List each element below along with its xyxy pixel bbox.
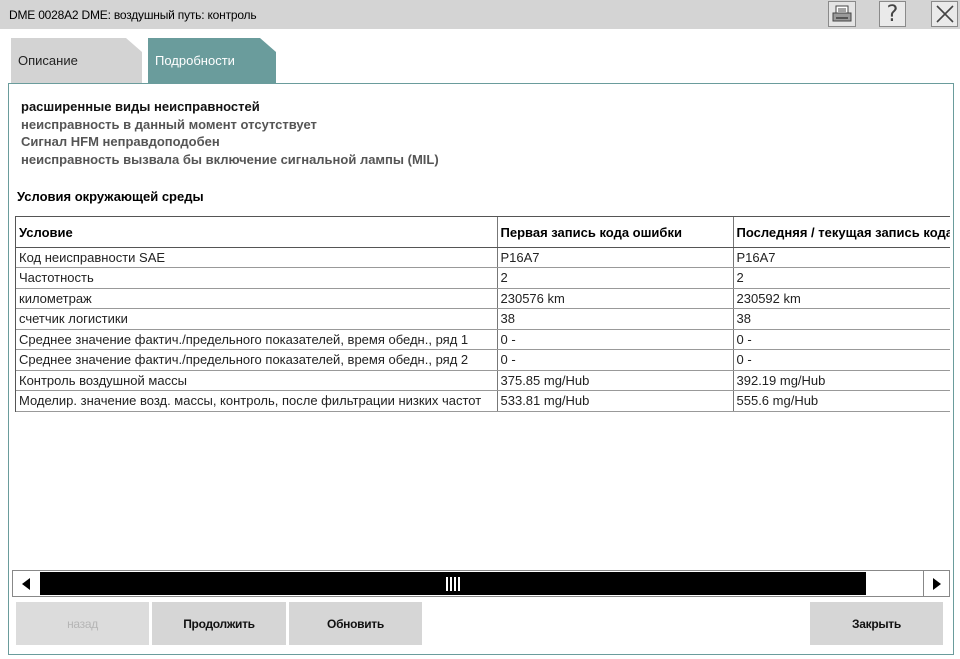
horizontal-scrollbar[interactable] bbox=[12, 570, 950, 597]
fault-info-line: неисправность вызвала бы включение сигна… bbox=[21, 152, 439, 167]
table-row[interactable]: Моделир. значение возд. массы, контроль,… bbox=[16, 390, 950, 412]
help-icon: ? bbox=[886, 1, 899, 27]
column-header[interactable]: Последняя / текущая запись кода ошибки bbox=[733, 217, 950, 248]
conditions-table: Условие Первая запись кода ошибки Послед… bbox=[15, 216, 950, 412]
table-cell: Среднее значение фактич./предельного пок… bbox=[16, 329, 498, 350]
table-row[interactable]: Среднее значение фактич./предельного пок… bbox=[16, 349, 950, 371]
table-cell: 0 - bbox=[497, 329, 734, 350]
table-cell: километраж bbox=[16, 288, 498, 309]
table-row[interactable]: километраж 230576 km 230592 km bbox=[16, 288, 950, 309]
close-button[interactable]: Закрыть bbox=[810, 602, 943, 645]
back-button[interactable]: назад bbox=[16, 602, 149, 645]
table-cell: 375.85 mg/Hub bbox=[497, 370, 734, 391]
table-cell: 2 bbox=[733, 267, 950, 289]
table-cell: 0 - bbox=[733, 349, 950, 371]
table-cell: Код неисправности SAE bbox=[16, 247, 498, 268]
continue-button[interactable]: Продолжить bbox=[152, 602, 286, 645]
tab-description[interactable]: Описание bbox=[11, 38, 142, 83]
grip-icon bbox=[446, 576, 460, 591]
table-cell: P16A7 bbox=[497, 247, 734, 268]
table-row[interactable]: Код неисправности SAE P16A7 P16A7 bbox=[16, 247, 950, 268]
title-bar: DME 0028A2 DME: воздушный путь: контроль… bbox=[0, 0, 960, 29]
fault-info-line: расширенные виды неисправностей bbox=[21, 99, 260, 114]
table-cell: Моделир. значение возд. массы, контроль,… bbox=[16, 390, 498, 412]
table-cell: 533.81 mg/Hub bbox=[497, 390, 734, 412]
table-row[interactable]: счетчик логистики 38 38 bbox=[16, 308, 950, 330]
table-row[interactable]: Частотность 2 2 bbox=[16, 267, 950, 289]
scrollbar-thumb[interactable] bbox=[40, 572, 866, 595]
column-header[interactable]: Условие bbox=[16, 217, 498, 248]
table-cell: 555.6 mg/Hub bbox=[733, 390, 950, 412]
scroll-left-button[interactable] bbox=[13, 571, 39, 596]
close-window-button[interactable] bbox=[931, 1, 958, 27]
refresh-button[interactable]: Обновить bbox=[289, 602, 422, 645]
window-title: DME 0028A2 DME: воздушный путь: контроль bbox=[9, 8, 257, 22]
arrow-right-icon bbox=[932, 577, 941, 590]
column-header[interactable]: Первая запись кода ошибки bbox=[497, 217, 734, 248]
table-cell: P16A7 bbox=[733, 247, 950, 268]
table-cell: 392.19 mg/Hub bbox=[733, 370, 950, 391]
table-cell: счетчик логистики bbox=[16, 308, 498, 330]
table-cell: Частотность bbox=[16, 267, 498, 289]
section-title: Условия окружающей среды bbox=[17, 189, 204, 204]
table-cell: 38 bbox=[733, 308, 950, 330]
table-cell: 0 - bbox=[497, 349, 734, 371]
table-cell: 38 bbox=[497, 308, 734, 330]
table-cell: 230576 km bbox=[497, 288, 734, 309]
table-row[interactable]: Контроль воздушной массы 375.85 mg/Hub 3… bbox=[16, 370, 950, 391]
tab-description-label: Описание bbox=[18, 53, 78, 68]
tab-details[interactable]: Подробности bbox=[148, 38, 276, 83]
print-button[interactable] bbox=[828, 1, 856, 27]
fault-info-line: неисправность в данный момент отсутствуе… bbox=[21, 117, 317, 132]
table-cell: Контроль воздушной массы bbox=[16, 370, 498, 391]
printer-icon bbox=[832, 5, 852, 22]
table-header-row: Условие Первая запись кода ошибки Послед… bbox=[16, 217, 950, 248]
table-cell: 0 - bbox=[733, 329, 950, 350]
table-row[interactable]: Среднее значение фактич./предельного пок… bbox=[16, 329, 950, 350]
close-icon bbox=[935, 5, 954, 23]
fault-info-line: Сигнал HFM неправдоподобен bbox=[21, 134, 220, 149]
help-button[interactable]: ? bbox=[879, 1, 906, 27]
table-cell: 2 bbox=[497, 267, 734, 289]
table-cell: Среднее значение фактич./предельного пок… bbox=[16, 349, 498, 371]
table-cell: 230592 km bbox=[733, 288, 950, 309]
scroll-right-button[interactable] bbox=[923, 571, 949, 596]
tab-details-label: Подробности bbox=[155, 53, 235, 68]
arrow-left-icon bbox=[22, 577, 30, 590]
